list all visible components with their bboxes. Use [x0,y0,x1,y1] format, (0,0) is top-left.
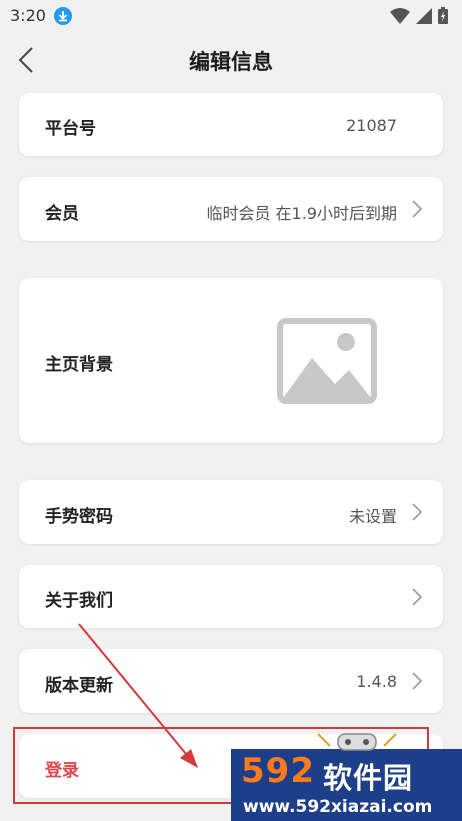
watermark-logo: 592 软件园 www.592xiazai.com [231,749,462,821]
homepage-background-row[interactable]: 主页背景 [19,278,443,443]
page-title: 编辑信息 [189,50,273,74]
status-bar: 3:20 [0,0,462,32]
image-placeholder-icon[interactable] [277,318,377,404]
member-status-value: 临时会员 在1.9小时后到期 [206,204,397,223]
gamepad-icon [317,733,397,751]
app-header: 编辑信息 [0,32,462,88]
status-time: 3:20 [10,6,46,25]
about-us-label: 关于我们 [45,591,113,611]
chevron-right-icon [412,503,423,521]
about-us-row[interactable]: 关于我们 [19,565,443,628]
version-update-label: 版本更新 [45,676,113,696]
gesture-password-row[interactable]: 手势密码 未设置 [19,480,443,544]
platform-id-row: 平台号 21087 [19,93,443,156]
watermark-logo-number: 592 [241,751,315,791]
gesture-password-value: 未设置 [348,507,397,526]
watermark-url: www.592xiazai.com [243,797,433,817]
watermark-logo-text: 软件园 [323,761,414,795]
wifi-icon [390,7,410,24]
signal-icon [416,7,432,24]
status-icons [390,7,448,24]
chevron-right-icon [412,200,423,218]
member-label: 会员 [45,204,79,224]
homepage-background-label: 主页背景 [45,355,113,375]
version-update-row[interactable]: 版本更新 1.4.8 [19,649,443,713]
platform-id-value: 21087 [346,116,397,135]
battery-icon [438,7,448,24]
chevron-right-icon [412,672,423,690]
member-row[interactable]: 会员 临时会员 在1.9小时后到期 [19,177,443,241]
version-value: 1.4.8 [356,672,397,691]
download-icon [54,7,72,25]
platform-id-label: 平台号 [45,119,96,139]
chevron-right-icon [412,588,423,606]
gesture-password-label: 手势密码 [45,507,113,527]
